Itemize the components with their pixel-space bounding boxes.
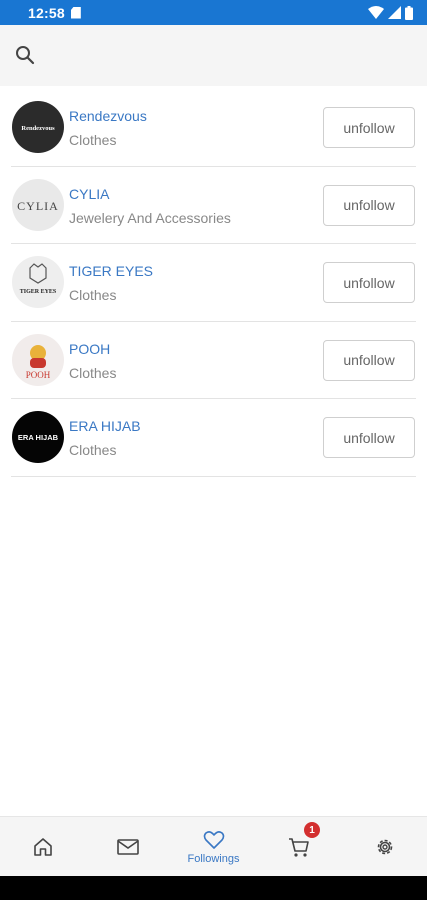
shop-category: Clothes bbox=[69, 287, 117, 303]
shop-name[interactable]: TIGER EYES bbox=[69, 263, 153, 279]
list-item[interactable]: ERA HIJAB ERA HIJAB Clothes unfollow bbox=[11, 399, 416, 477]
shop-avatar: CYLIA bbox=[12, 178, 64, 231]
search-bar[interactable] bbox=[0, 25, 427, 86]
shop-logo-text: POOH bbox=[26, 370, 51, 380]
system-nav-bar bbox=[0, 876, 427, 900]
battery-icon bbox=[405, 5, 413, 20]
status-bar: 12:58 bbox=[0, 0, 427, 25]
followings-list: Rendezvous Rendezvous Clothes unfollow C… bbox=[0, 89, 427, 477]
nav-home[interactable] bbox=[0, 817, 85, 877]
shop-name[interactable]: ERA HIJAB bbox=[69, 418, 141, 434]
bottom-nav: Followings 1 bbox=[0, 816, 427, 876]
shop-avatar: TIGER EYES bbox=[12, 256, 64, 308]
gear-icon bbox=[377, 839, 392, 855]
nav-settings[interactable] bbox=[342, 817, 427, 877]
shop-avatar: POOH bbox=[12, 333, 64, 386]
nav-followings[interactable]: Followings bbox=[171, 817, 256, 877]
list-item[interactable]: POOH POOH Clothes unfollow bbox=[11, 322, 416, 399]
shop-avatar: Rendezvous bbox=[12, 101, 64, 153]
search-icon[interactable] bbox=[14, 44, 36, 66]
unfollow-button[interactable]: unfollow bbox=[323, 107, 415, 148]
shop-avatar: ERA HIJAB bbox=[12, 411, 64, 463]
shop-name[interactable]: Rendezvous bbox=[69, 108, 147, 124]
shop-logo-text: ERA HIJAB bbox=[18, 433, 59, 442]
list-item[interactable]: CYLIA CYLIA Jewelery And Accessories unf… bbox=[11, 167, 416, 244]
list-item[interactable]: TIGER EYES TIGER EYES Clothes unfollow bbox=[11, 244, 416, 322]
shop-category: Clothes bbox=[69, 364, 117, 381]
wifi-icon bbox=[368, 6, 384, 19]
shop-logo-text: Rendezvous bbox=[21, 125, 55, 132]
mail-icon bbox=[116, 839, 139, 855]
unfollow-button[interactable]: unfollow bbox=[323, 184, 415, 226]
cart-icon bbox=[288, 838, 309, 857]
shop-category: Jewelery And Accessories bbox=[69, 209, 231, 226]
heart-icon bbox=[203, 831, 224, 849]
status-icons bbox=[368, 5, 413, 20]
unfollow-button[interactable]: unfollow bbox=[323, 339, 415, 381]
shop-name[interactable]: POOH bbox=[69, 341, 110, 357]
tiger-head-icon bbox=[29, 263, 47, 284]
nav-followings-label: Followings bbox=[187, 853, 240, 865]
shop-logo-text: TIGER EYES bbox=[20, 289, 57, 295]
status-time: 12:58 bbox=[28, 4, 65, 21]
list-item[interactable]: Rendezvous Rendezvous Clothes unfollow bbox=[11, 89, 416, 167]
signal-icon bbox=[388, 6, 401, 19]
cart-badge: 1 bbox=[304, 822, 320, 838]
nav-messages[interactable] bbox=[85, 817, 170, 877]
unfollow-button[interactable]: unfollow bbox=[323, 262, 415, 303]
nav-cart[interactable]: 1 bbox=[256, 817, 341, 877]
unfollow-button[interactable]: unfollow bbox=[323, 417, 415, 458]
sim-card-icon bbox=[70, 6, 81, 19]
shop-name[interactable]: CYLIA bbox=[69, 186, 109, 202]
home-icon bbox=[33, 838, 52, 856]
shop-category: Clothes bbox=[69, 132, 117, 148]
shop-logo-text: CYLIA bbox=[17, 199, 59, 213]
shop-category: Clothes bbox=[69, 442, 117, 458]
